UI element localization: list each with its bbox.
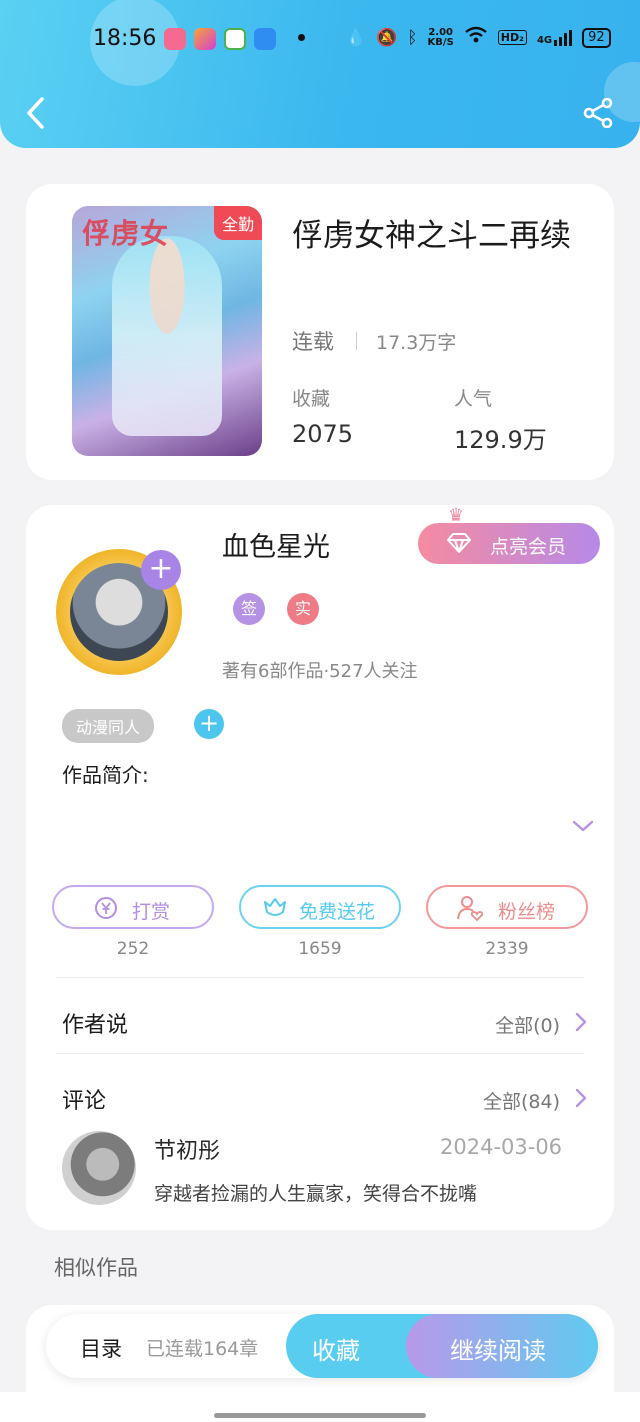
user-heart-icon: [457, 896, 484, 922]
net-speed-value: 2.00: [428, 26, 453, 38]
book-cover[interactable]: 俘虏女 全勤: [72, 206, 262, 456]
app-notification-icon: [194, 28, 216, 50]
fan-count: 2339: [485, 939, 529, 959]
author-card: + 血色星光 ♛ 点亮会员 签 实 著有6部作品·527人关注 动漫同人 + 作…: [26, 505, 614, 1230]
book-title: 俘虏女神之斗二再续: [292, 218, 571, 254]
popularity-label: 人气: [454, 388, 493, 410]
book-info-card: 俘虏女 全勤 俘虏女神之斗二再续 连载 17.3万字 收藏 2075 人气 12…: [26, 184, 614, 480]
word-count: 17.3万字: [376, 332, 457, 354]
chapter-count: 已连载164章: [146, 1338, 259, 1360]
tip-button[interactable]: 打赏: [52, 885, 214, 929]
battery-icon: 92: [582, 27, 611, 48]
send-flower-button[interactable]: 免费送花: [239, 885, 401, 929]
home-indicator[interactable]: [214, 1413, 426, 1418]
similar-works-title: 相似作品: [54, 1256, 138, 1280]
back-button[interactable]: [24, 96, 48, 130]
author-stats: 著有6部作品·527人关注: [222, 661, 418, 682]
signal-label: 4G: [536, 34, 553, 46]
tip-label: 打赏: [132, 901, 171, 923]
bottom-action-bar: 目录 已连载164章 收藏 继续阅读: [46, 1314, 598, 1378]
genre-tag[interactable]: 动漫同人: [62, 709, 155, 743]
toc-button[interactable]: 目录: [80, 1333, 122, 1363]
hd-icon: HD₂: [497, 30, 527, 45]
diamond-icon: [447, 533, 471, 553]
send-flower-label: 免费送花: [299, 901, 376, 923]
add-tag-button[interactable]: +: [194, 709, 224, 739]
system-icons: 💧 🔕 ᛒ 2.00 KB/S HD₂ 4G 92: [345, 26, 611, 49]
notification-icons: [164, 28, 276, 50]
share-button[interactable]: [582, 97, 616, 129]
app-notification-icon: [224, 28, 246, 50]
share-icon: [583, 97, 613, 129]
drop-icon: 💧: [345, 27, 367, 48]
full-attendance-badge: 全勤: [213, 206, 262, 240]
favorites-count: 2075: [292, 420, 354, 448]
comment-date: 2024-03-06: [440, 1135, 563, 1159]
commenter-name[interactable]: 节初彤: [154, 1133, 220, 1165]
chevron-left-icon: [27, 97, 44, 129]
favorites-label: 收藏: [292, 388, 331, 410]
follow-author-button[interactable]: +: [141, 550, 181, 590]
vip-button-label: 点亮会员: [490, 536, 567, 558]
fan-ranking-button[interactable]: 粉丝榜: [426, 885, 588, 929]
net-speed-unit: KB/S: [427, 36, 454, 48]
popularity-count: 129.9万: [454, 426, 547, 454]
app-notification-icon: [254, 28, 276, 50]
continue-reading-button[interactable]: 继续阅读: [406, 1314, 598, 1378]
chevron-right-icon[interactable]: [574, 1011, 588, 1033]
more-notifications-dot: [298, 34, 305, 41]
tip-count: 252: [116, 939, 150, 959]
cover-title-art: 俘虏女: [82, 217, 170, 250]
chevron-right-icon[interactable]: [574, 1087, 588, 1109]
comment-text[interactable]: 穿越者捡漏的人生赢家，笑得合不拢嘴: [154, 1179, 477, 1206]
status-time: 18:56: [93, 26, 157, 51]
divider: [56, 977, 584, 978]
serial-status: 连载: [292, 330, 334, 354]
crown-icon: ♛: [448, 505, 465, 526]
synopsis-label: 作品简介:: [62, 763, 149, 787]
status-bar: 18:56 💧 🔕 ᛒ 2.00 KB/S HD₂ 4G 92: [0, 22, 640, 58]
app-notification-icon: [164, 28, 186, 50]
commenter-avatar[interactable]: [62, 1131, 136, 1205]
chevron-down-icon[interactable]: [571, 817, 595, 835]
author-name[interactable]: 血色星光: [222, 525, 330, 564]
fan-ranking-label: 粉丝榜: [498, 901, 556, 923]
cover-illustration: [112, 236, 222, 436]
wifi-icon: [464, 26, 488, 49]
signal-icon: 4G: [536, 29, 573, 46]
mute-bell-icon: 🔕: [376, 27, 398, 48]
header: 18:56 💧 🔕 ᛒ 2.00 KB/S HD₂ 4G 92: [0, 0, 640, 148]
author-says-title: 作者说: [62, 1013, 129, 1038]
divider: [356, 332, 357, 350]
continue-reading-label: 继续阅读: [450, 1337, 546, 1365]
comments-all-link[interactable]: 全部(84): [483, 1087, 560, 1114]
author-says-all-link[interactable]: 全部(0): [495, 1011, 560, 1038]
vip-button[interactable]: ♛ 点亮会员: [418, 505, 600, 564]
net-speed: 2.00 KB/S: [427, 26, 454, 48]
flower-icon: [264, 898, 286, 916]
comments-title: 评论: [62, 1089, 107, 1114]
signed-badge: 签: [233, 593, 265, 625]
divider: [56, 1053, 584, 1054]
yuan-coin-icon: [95, 897, 117, 919]
flower-count: 1659: [298, 939, 342, 959]
verified-badge: 实: [287, 593, 319, 625]
bluetooth-icon: ᛒ: [407, 27, 418, 48]
add-favorite-label: 收藏: [312, 1337, 360, 1365]
